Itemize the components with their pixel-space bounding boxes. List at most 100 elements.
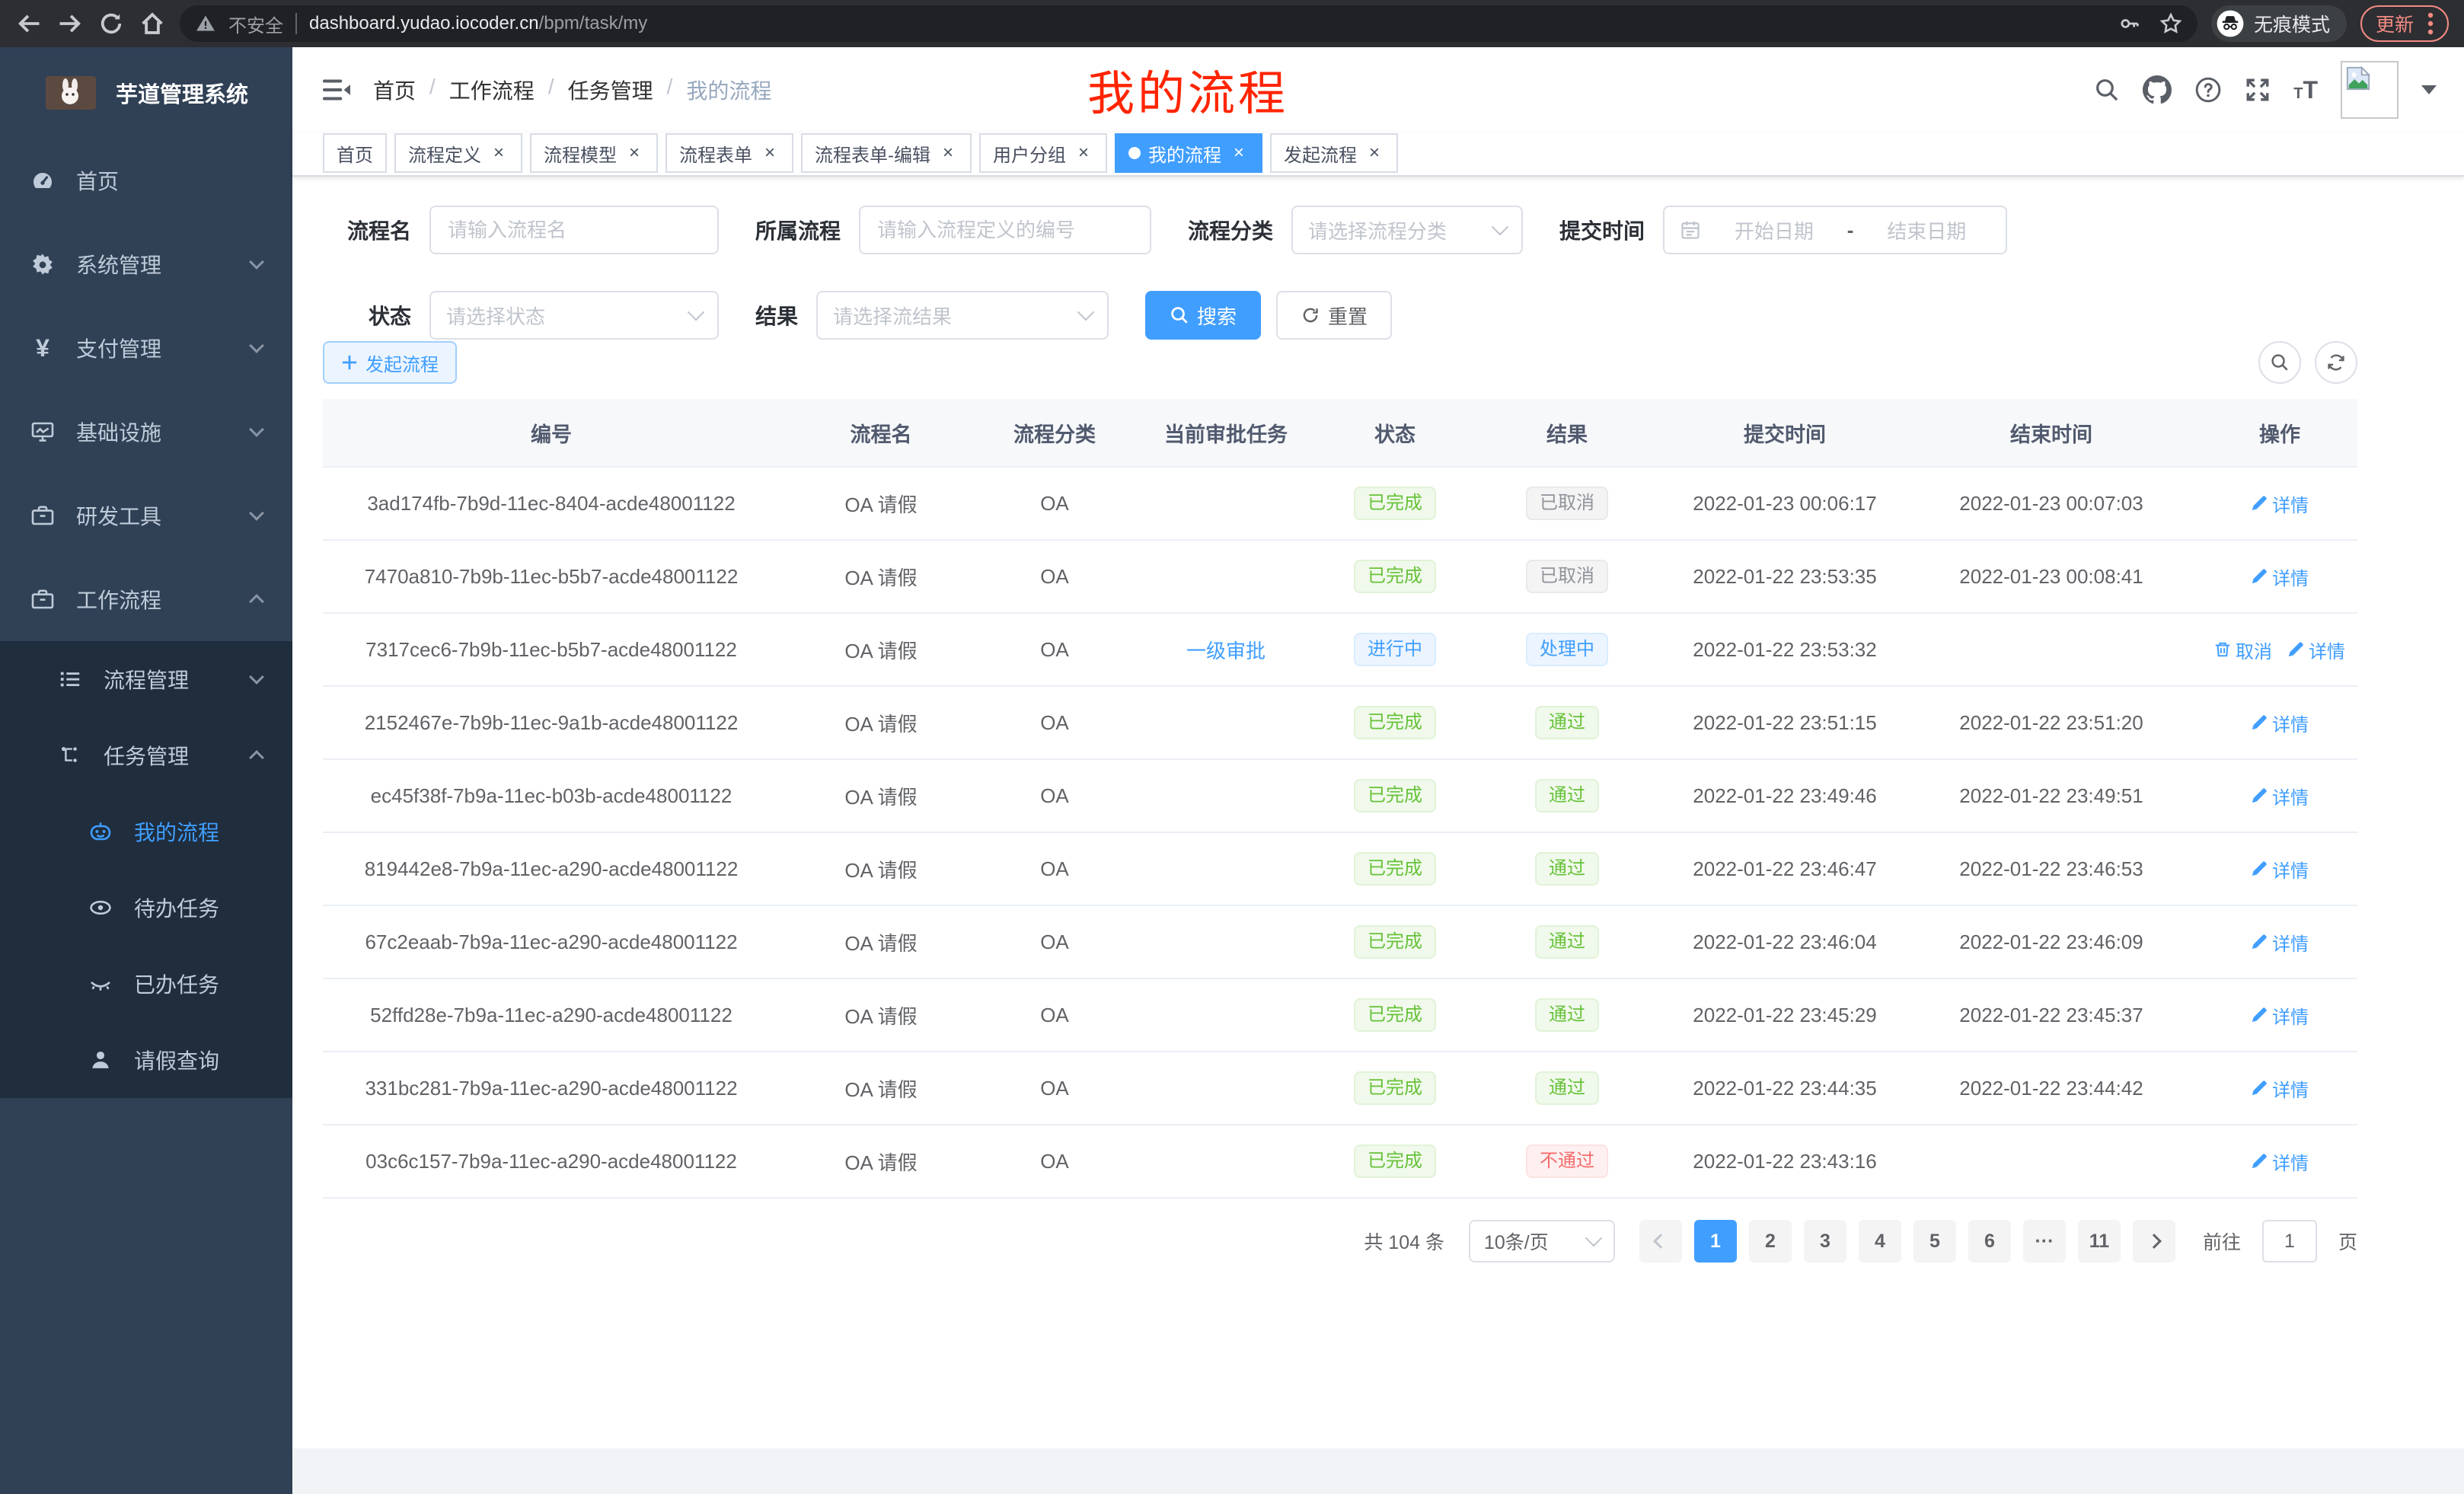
create-process-button[interactable]: 发起流程 (323, 341, 457, 384)
result-select[interactable]: 请选择流结果 (816, 291, 1109, 340)
search-icon[interactable] (2094, 77, 2120, 103)
toggle-search-button[interactable] (2258, 341, 2301, 384)
column-header: 结束时间 (1901, 418, 2202, 448)
sidebar-item-payment[interactable]: ¥ 支付管理 (0, 306, 292, 390)
view-tab[interactable]: 用户分组 × (979, 133, 1107, 173)
category-select[interactable]: 请选择流程分类 (1291, 206, 1523, 254)
sidebar-item-home[interactable]: 首页 (0, 139, 292, 222)
incognito-badge: 无痕模式 (2211, 5, 2347, 42)
tab-close-icon[interactable]: × (938, 142, 958, 164)
next-page-button[interactable] (2133, 1220, 2175, 1263)
detail-link[interactable]: 详情 (2251, 1075, 2309, 1102)
detail-link[interactable]: 详情 (2251, 856, 2309, 883)
github-icon[interactable] (2143, 75, 2172, 104)
fullscreen-icon[interactable] (2245, 77, 2271, 103)
breadcrumb-item[interactable]: 任务管理 (568, 75, 653, 105)
reset-button[interactable]: 重置 (1276, 291, 1392, 340)
avatar[interactable] (2341, 61, 2399, 119)
eye-closed-icon (88, 972, 113, 996)
goto-page-input[interactable] (2262, 1220, 2317, 1263)
view-tab[interactable]: 发起流程 × (1270, 133, 1398, 173)
sidebar-item-leave-query[interactable]: 请假查询 (0, 1022, 292, 1098)
page-number-button[interactable]: 2 (1749, 1220, 1792, 1263)
sidebar-item-todo-tasks[interactable]: 待办任务 (0, 870, 292, 946)
page-number-button[interactable]: 6 (1968, 1220, 2011, 1263)
page-number-button[interactable]: 11 (2078, 1220, 2121, 1263)
result-badge: 通过 (1535, 925, 1599, 959)
reload-icon[interactable] (97, 10, 125, 37)
date-start-placeholder[interactable]: 开始日期 (1710, 216, 1838, 244)
current-task-link[interactable]: 一级审批 (1186, 640, 1266, 662)
tab-label: 首页 (337, 140, 373, 167)
font-size-icon[interactable] (2293, 76, 2318, 104)
tab-close-icon[interactable]: × (1074, 142, 1093, 164)
view-tab[interactable]: 流程模型 × (530, 133, 658, 173)
search-button[interactable]: 搜索 (1145, 291, 1261, 340)
sidebar-collapse-icon[interactable] (323, 78, 350, 101)
date-end-placeholder[interactable]: 结束日期 (1862, 216, 1990, 244)
view-tab[interactable]: 流程定义 × (394, 133, 522, 173)
submit-time-range-picker[interactable]: 开始日期 - 结束日期 (1663, 206, 2007, 254)
sidebar-item-system[interactable]: 系统管理 (0, 222, 292, 306)
password-key-icon[interactable] (2118, 12, 2141, 35)
detail-link[interactable]: 详情 (2251, 710, 2309, 736)
detail-link[interactable]: 详情 (2251, 929, 2309, 956)
sidebar-item-my-process[interactable]: 我的流程 (0, 793, 292, 870)
help-icon[interactable] (2194, 76, 2222, 104)
detail-link[interactable]: 详情 (2251, 490, 2309, 517)
sidebar-item-label: 流程管理 (104, 664, 189, 694)
chevron-down-icon (249, 338, 264, 353)
sidebar-item-task-mgmt[interactable]: 任务管理 (0, 717, 292, 793)
sidebar-item-process-mgmt[interactable]: 流程管理 (0, 641, 292, 717)
view-tab[interactable]: 我的流程 × (1115, 133, 1262, 173)
sidebar-item-devtools[interactable]: 研发工具 (0, 474, 292, 557)
page-number-button[interactable]: 3 (1804, 1220, 1846, 1263)
home-icon[interactable] (139, 10, 166, 37)
page-size-select[interactable]: 10条/页 (1469, 1220, 1615, 1263)
page-number-button[interactable]: ··· (2023, 1220, 2066, 1263)
prev-page-button[interactable] (1639, 1220, 1682, 1263)
update-button[interactable]: 更新 (2360, 5, 2449, 42)
detail-link[interactable]: 详情 (2251, 563, 2309, 590)
chevron-right-icon (2146, 1234, 2162, 1249)
detail-link[interactable]: 详情 (2251, 1148, 2309, 1175)
sidebar-item-infra[interactable]: 基础设施 (0, 390, 292, 474)
tab-close-icon[interactable]: × (1364, 142, 1384, 164)
breadcrumb-item[interactable]: 工作流程 (449, 75, 535, 105)
page-number-button[interactable]: 5 (1913, 1220, 1956, 1263)
status-select[interactable]: 请选择状态 (429, 291, 719, 340)
detail-link[interactable]: 详情 (2251, 783, 2309, 809)
tab-close-icon[interactable]: × (489, 142, 509, 164)
cancel-link[interactable]: 取消 (2214, 637, 2272, 663)
sidebar-item-workflow[interactable]: 工作流程 (0, 557, 292, 641)
detail-link[interactable]: 详情 (2287, 637, 2345, 663)
page-number-button[interactable]: 4 (1859, 1220, 1901, 1263)
app-logo-row[interactable]: 芋道管理系统 (0, 47, 292, 139)
forward-icon[interactable] (56, 10, 84, 37)
tab-close-icon[interactable]: × (624, 142, 644, 164)
status-badge: 进行中 (1354, 633, 1436, 666)
cell-id: 03c6c157-7b9a-11ec-a290-acde48001122 (323, 1150, 780, 1173)
trash-icon (2214, 641, 2231, 658)
tab-close-icon[interactable]: × (760, 142, 780, 164)
view-tab[interactable]: 首页 × (323, 133, 387, 173)
address-bar[interactable]: 不安全 dashboard.yudao.iocoder.cn/bpm/task/… (180, 5, 2197, 42)
breadcrumb-item[interactable]: 首页 (373, 75, 416, 105)
result-badge: 处理中 (1526, 633, 1608, 666)
page-number-button[interactable]: 1 (1694, 1220, 1737, 1263)
bookmark-star-icon[interactable] (2159, 12, 2182, 35)
view-tab[interactable]: 流程表单 × (665, 133, 793, 173)
view-tab[interactable]: 流程表单-编辑 × (801, 133, 972, 173)
edit-pen-icon (2251, 495, 2268, 512)
kebab-menu-icon[interactable] (2427, 11, 2434, 36)
process-definition-input[interactable] (859, 206, 1151, 254)
search-button-label: 搜索 (1197, 302, 1237, 330)
sidebar-item-done-tasks[interactable]: 已办任务 (0, 946, 292, 1022)
back-icon[interactable] (15, 10, 43, 37)
detail-link[interactable]: 详情 (2251, 1002, 2309, 1029)
process-name-input[interactable] (429, 206, 719, 254)
tab-close-icon[interactable]: × (1229, 142, 1249, 164)
refresh-table-button[interactable] (2315, 341, 2357, 384)
chevron-down-icon (1492, 219, 1509, 236)
avatar-caret-icon[interactable] (2421, 85, 2437, 94)
